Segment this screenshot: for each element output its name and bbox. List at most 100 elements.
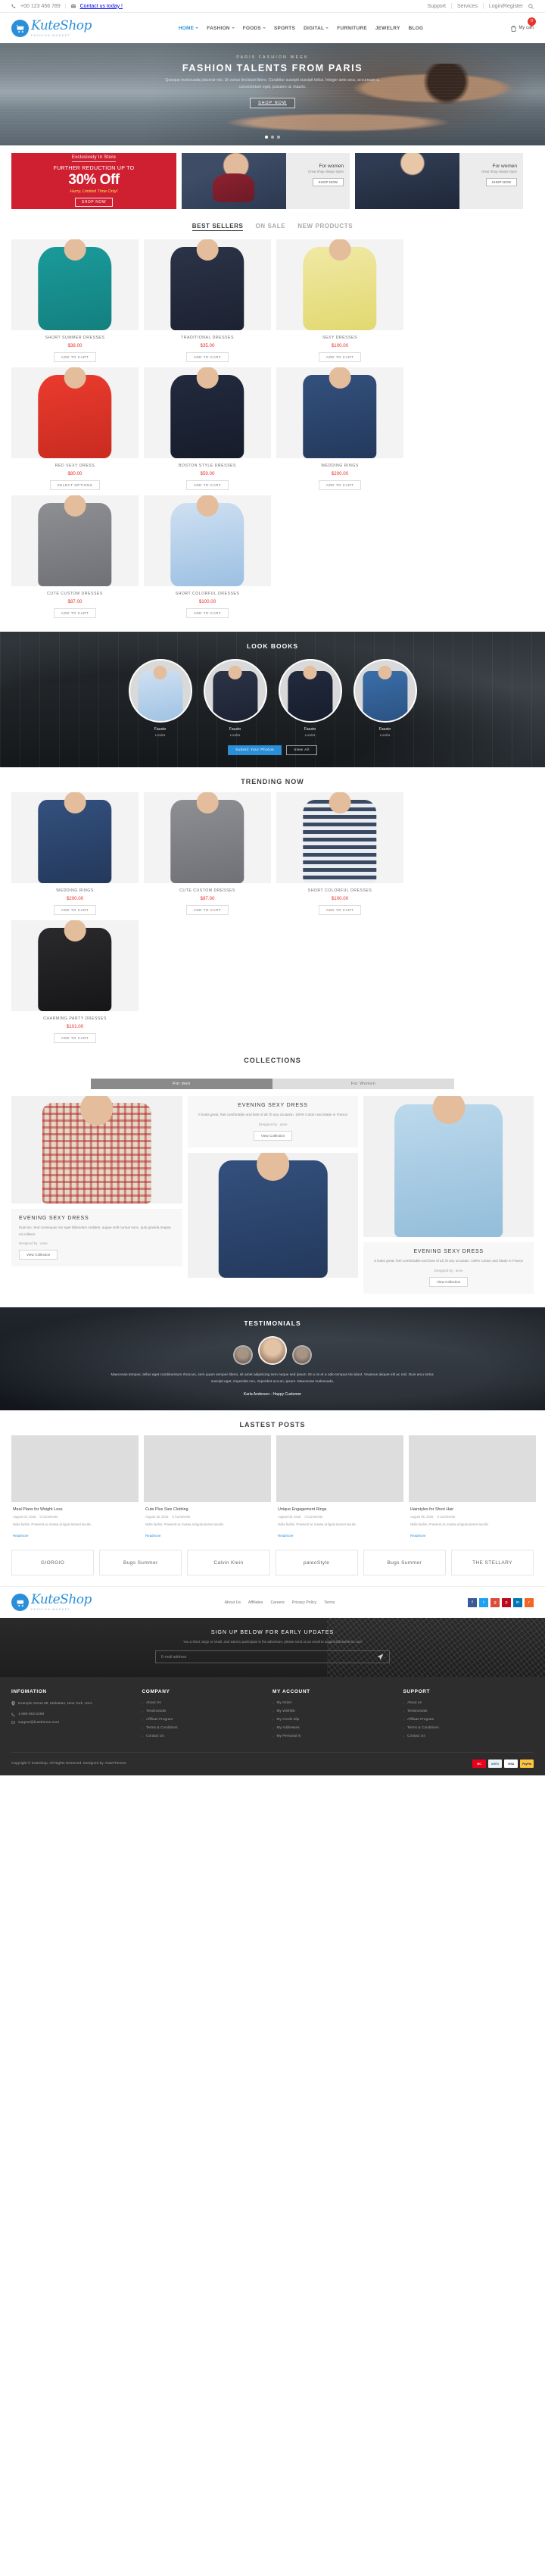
post-title[interactable]: Hairstyles for Short Hair [410,1507,534,1512]
product-card[interactable]: CHARMING PARTY DRESSES $101.00 ADD TO CA… [11,920,139,1043]
product-card[interactable]: TRADITIONAL DRESSES $35.00 ADD TO CART [144,239,271,362]
lookbook-item[interactable]: Fausto Londra [126,659,195,737]
services-link[interactable]: Services [457,4,478,9]
footer-list-item[interactable]: › Contact Us [142,1735,273,1738]
footer-link-privacy[interactable]: Privacy Policy [292,1600,316,1605]
footer-link-affiliates[interactable]: Affiliates [248,1600,263,1605]
add-to-cart-button[interactable]: ADD TO CART [185,352,229,362]
hero-dot[interactable] [265,136,268,139]
nav-item-jewelry[interactable]: JEWELRY [375,26,400,31]
avatar[interactable] [233,1344,253,1365]
tab-new-products[interactable]: NEW PRODUCTS [297,223,353,231]
promo-card-men[interactable]: For women Great Shop Always Open SHOP NO… [182,153,350,209]
hero-dot[interactable] [277,136,280,139]
collection-image-mid[interactable] [187,1152,359,1278]
avatar[interactable] [292,1344,312,1365]
lookbook-item[interactable]: Fausto Londra [201,659,269,737]
product-card[interactable]: WEDDING RINGS $200.00 ADD TO CART [11,792,139,915]
footer-link-terms[interactable]: Terms [324,1600,335,1605]
nav-item-furniture[interactable]: FURNITURE [337,26,367,31]
hero-shop-now-button[interactable]: SHOP NOW [250,97,295,108]
collection-image-left[interactable] [11,1096,182,1204]
pinterest-icon[interactable]: p [502,1597,511,1607]
contact-us-link[interactable]: Contact us today ! [80,4,123,9]
product-card[interactable]: CUTE CUSTOM DRESSES $87.00 ADD TO CART [144,792,271,915]
login-register-link[interactable]: Login/Register [489,4,523,9]
add-to-cart-button[interactable]: ADD TO CART [318,352,362,362]
nav-item-home[interactable]: HOME [179,26,199,31]
product-card[interactable]: RED SEXY DRESS $80.00 SELECT OPTIONS [11,367,139,490]
view-all-button[interactable]: View All [286,745,317,755]
product-card[interactable]: WEDDING RINGS $200.00 ADD TO CART [276,367,403,490]
avatar-active[interactable] [258,1335,287,1365]
product-card[interactable]: SHORT COLORFUL DRESSES $100.00 ADD TO CA… [144,495,271,618]
brand-logo[interactable]: Bugs Summer [99,1550,182,1576]
support-link[interactable]: Support [427,4,446,9]
footer-list-item[interactable]: › My Credit Slip [272,1718,403,1722]
product-card[interactable]: SHORT COLORFUL DRESSES $100.00 ADD TO CA… [276,792,403,915]
collection-image-right[interactable] [363,1096,534,1237]
footer-email[interactable]: support@kutetheme.nnet [18,1721,59,1725]
footer-list-item[interactable]: › About Us [142,1701,273,1705]
promo-shop-now-button[interactable]: SHOP NOW [74,198,114,207]
search-icon[interactable] [528,3,534,9]
promo-discount-banner[interactable]: Exclusively In Store FURTHER REDUCTION U… [11,153,176,209]
promo-card-button[interactable]: SHOP NOW [485,178,517,186]
lookbook-item[interactable]: Fausto Londra [351,659,419,737]
add-to-cart-button[interactable]: ADD TO CART [53,905,97,915]
promo-card-women[interactable]: For women Great Shop Always Open SHOP NO… [355,153,523,209]
nav-item-digital[interactable]: DIGITAL [304,26,329,31]
footer-link-about[interactable]: About Us [225,1600,241,1605]
view-collection-button[interactable]: View Collection [19,1250,58,1260]
email-input[interactable] [161,1654,377,1660]
footer-list-item[interactable]: › Terms & Conditions [403,1726,534,1730]
post-title[interactable]: Cute Plus Size Clothing [145,1507,269,1512]
promo-card-button[interactable]: SHOP NOW [312,178,344,186]
post-card[interactable]: Meal Plans for Weight Loss August 04, 20… [11,1435,139,1540]
add-to-cart-button[interactable]: ADD TO CART [318,905,362,915]
brand-logo[interactable]: Bugs Summer [363,1550,446,1576]
add-to-cart-button[interactable]: ADD TO CART [53,352,97,362]
nav-item-sports[interactable]: SPORTS [274,26,295,31]
footer-list-item[interactable]: › About us [403,1701,534,1705]
product-card[interactable]: BOSTON STYLE DRESSES $59.00 ADD TO CART [144,367,271,490]
footer-list-item[interactable]: › Contact Us [403,1735,534,1738]
post-readmore-link[interactable]: Readmore [410,1534,426,1538]
add-to-cart-button[interactable]: ADD TO CART [185,480,229,490]
add-to-cart-button[interactable]: ADD TO CART [53,1033,97,1043]
twitter-icon[interactable]: t [479,1597,488,1607]
footer-list-item[interactable]: › Affiliate Program [403,1718,534,1722]
post-title[interactable]: Unique Engagement Rings [278,1507,402,1512]
footer-list-item[interactable]: › My Addresses [272,1726,403,1730]
nav-item-fashion[interactable]: FASHION [207,26,235,31]
collections-toggle-women[interactable]: For Women [272,1079,454,1089]
submit-photos-button[interactable]: Submit Your Photos [228,745,282,755]
brand-logo[interactable]: Calvin Klein [187,1550,270,1576]
send-icon[interactable] [377,1653,384,1660]
add-to-cart-button[interactable]: ADD TO CART [185,608,229,618]
tab-best-sellers[interactable]: BEST SELLERS [192,223,244,231]
facebook-icon[interactable]: f [468,1597,477,1607]
rss-icon[interactable]: r [525,1597,534,1607]
product-card[interactable]: SEXY DRESSES $100.00 ADD TO CART [276,239,403,362]
footer-list-item[interactable]: › My Order [272,1701,403,1705]
product-card[interactable]: SHORT SUMMER DRESSES $38.00 ADD TO CART [11,239,139,362]
brand-logo[interactable]: paleoStyle [275,1550,358,1576]
product-card[interactable]: CUTE CUSTOM DRESSES $87.00 ADD TO CART [11,495,139,618]
post-readmore-link[interactable]: Readmore [278,1534,294,1538]
post-card[interactable]: Cute Plus Size Clothing August 18, 2015 … [144,1435,271,1540]
add-to-cart-button[interactable]: ADD TO CART [185,905,229,915]
footer-list-item[interactable]: › Affiliate Program [142,1718,273,1722]
tab-on-sale[interactable]: ON SALE [255,223,285,231]
collections-toggle-men[interactable]: For men [91,1079,272,1089]
add-to-cart-button[interactable]: ADD TO CART [318,480,362,490]
post-readmore-link[interactable]: Readmore [145,1534,161,1538]
post-card[interactable]: Unique Engagement Rings August 08, 2015 … [276,1435,403,1540]
view-collection-button[interactable]: View Collection [253,1130,293,1141]
post-card[interactable]: Hairstyles for Short Hair August 06, 201… [409,1435,536,1540]
nav-item-foods[interactable]: FOODS [243,26,266,31]
brand-logo[interactable]: GIORGIO [11,1550,95,1576]
footer-list-item[interactable]: › My Wishlist [272,1710,403,1713]
hero-pagination-dots[interactable] [0,133,545,141]
post-readmore-link[interactable]: Readmore [13,1534,29,1538]
